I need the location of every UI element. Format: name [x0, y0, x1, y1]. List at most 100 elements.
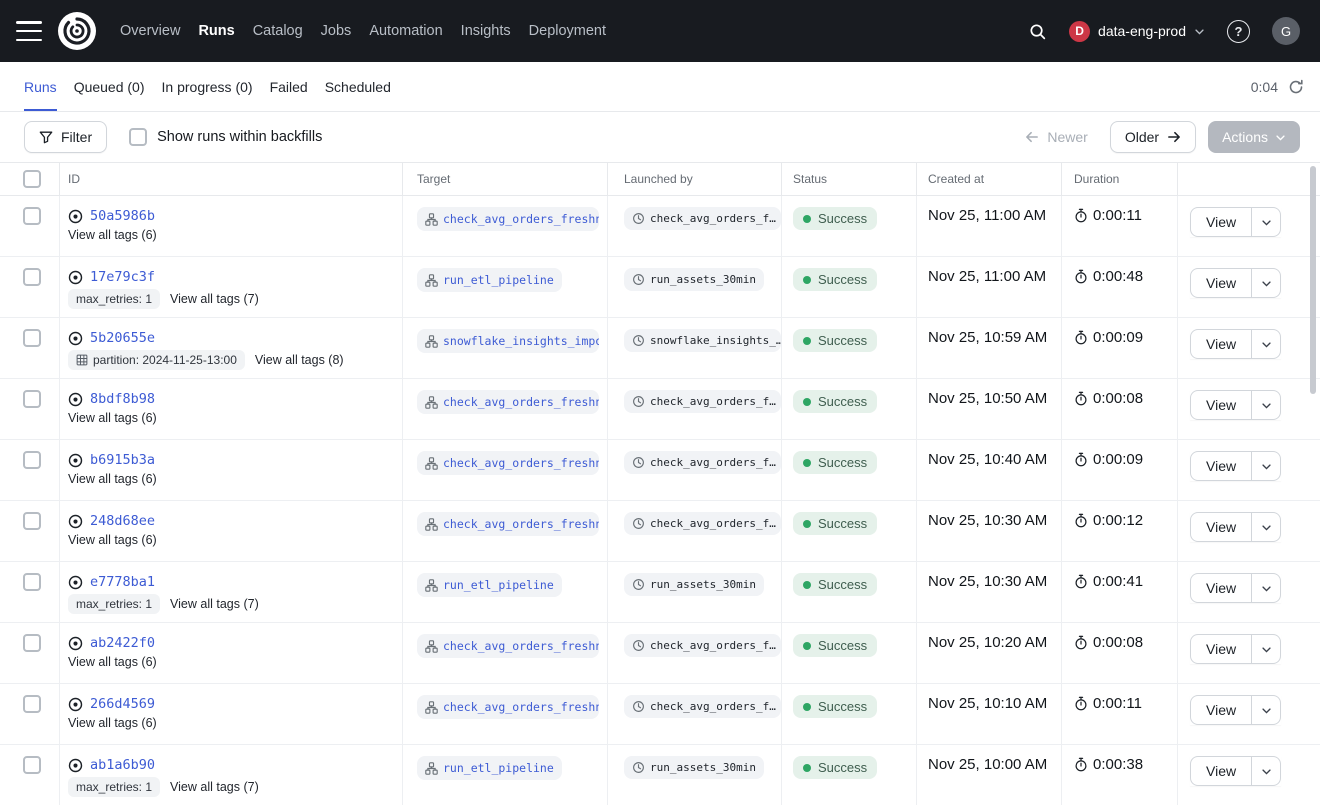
vertical-scrollbar[interactable] [1310, 166, 1316, 394]
dagster-logo[interactable] [58, 12, 96, 50]
tab[interactable]: Queued (0) [74, 62, 145, 111]
view-button[interactable]: View [1190, 390, 1252, 420]
view-all-tags-link[interactable]: View all tags (7) [170, 597, 259, 611]
target-pill[interactable]: snowflake_insights_import [417, 329, 599, 353]
view-dropdown-button[interactable] [1252, 512, 1281, 542]
view-dropdown-button[interactable] [1252, 634, 1281, 664]
view-dropdown-button[interactable] [1252, 268, 1281, 298]
view-all-tags-link[interactable]: View all tags (7) [170, 780, 259, 794]
show-backfills-checkbox[interactable] [129, 128, 147, 146]
run-id-link[interactable]: e7778ba1 [90, 574, 155, 590]
view-dropdown-button[interactable] [1252, 390, 1281, 420]
row-checkbox[interactable] [23, 756, 41, 774]
run-id-link[interactable]: 8bdf8b98 [90, 391, 155, 407]
filter-button[interactable]: Filter [24, 121, 107, 153]
nav-item[interactable]: Automation [369, 23, 442, 39]
launched-by-pill[interactable]: check_avg_orders_f… [624, 390, 781, 413]
target-pill[interactable]: check_avg_orders_freshne [417, 512, 599, 536]
deployment-switcher[interactable]: D data-eng-prod [1069, 21, 1205, 42]
launched-by-pill[interactable]: check_avg_orders_f… [624, 207, 781, 230]
view-dropdown-button[interactable] [1252, 756, 1281, 786]
tab[interactable]: Failed [270, 62, 308, 111]
view-dropdown-button[interactable] [1252, 695, 1281, 725]
row-checkbox[interactable] [23, 329, 41, 347]
row-checkbox[interactable] [23, 451, 41, 469]
run-id-link[interactable]: 248d68ee [90, 513, 155, 529]
nav-item[interactable]: Jobs [321, 23, 352, 39]
launched-by-pill[interactable]: check_avg_orders_f… [624, 695, 781, 718]
avatar[interactable]: G [1272, 17, 1300, 45]
row-checkbox[interactable] [23, 390, 41, 408]
view-dropdown-button[interactable] [1252, 329, 1281, 359]
view-all-tags-link[interactable]: View all tags (6) [68, 655, 157, 669]
target-pill[interactable]: run_etl_pipeline [417, 268, 562, 292]
tab[interactable]: In progress (0) [162, 62, 253, 111]
view-button[interactable]: View [1190, 756, 1252, 786]
view-button[interactable]: View [1190, 512, 1252, 542]
view-button[interactable]: View [1190, 634, 1252, 664]
run-status-icon [68, 453, 83, 468]
target-pill[interactable]: run_etl_pipeline [417, 573, 562, 597]
target-pill[interactable]: run_etl_pipeline [417, 756, 562, 780]
view-dropdown-button[interactable] [1252, 207, 1281, 237]
tab[interactable]: Runs [24, 62, 57, 111]
view-button[interactable]: View [1190, 329, 1252, 359]
created-at: Nov 25, 11:00 AM [928, 268, 1046, 285]
hamburger-menu-button[interactable] [16, 21, 42, 41]
view-dropdown-button[interactable] [1252, 451, 1281, 481]
newer-button[interactable]: Newer [1015, 122, 1097, 152]
view-button[interactable]: View [1190, 573, 1252, 603]
view-button[interactable]: View [1190, 207, 1252, 237]
run-id-link[interactable]: 266d4569 [90, 696, 155, 712]
nav-item[interactable]: Overview [120, 23, 180, 39]
row-checkbox[interactable] [23, 634, 41, 652]
search-icon[interactable] [1028, 22, 1047, 41]
nav-item[interactable]: Deployment [529, 23, 606, 39]
run-id-link[interactable]: 5b20655e [90, 330, 155, 346]
target-pill[interactable]: check_avg_orders_freshne [417, 390, 599, 414]
target-pill[interactable]: check_avg_orders_freshne [417, 451, 599, 475]
row-checkbox[interactable] [23, 512, 41, 530]
older-button[interactable]: Older [1110, 121, 1196, 153]
view-all-tags-link[interactable]: View all tags (8) [255, 353, 344, 367]
view-dropdown-button[interactable] [1252, 573, 1281, 603]
view-button[interactable]: View [1190, 695, 1252, 725]
view-all-tags-link[interactable]: View all tags (6) [68, 533, 157, 547]
nav-item[interactable]: Runs [198, 23, 234, 39]
run-id-link[interactable]: ab1a6b90 [90, 757, 155, 773]
nav-item[interactable]: Catalog [253, 23, 303, 39]
actions-button[interactable]: Actions [1208, 121, 1300, 153]
run-id-link[interactable]: 50a5986b [90, 208, 155, 224]
launched-by-pill[interactable]: check_avg_orders_f… [624, 451, 781, 474]
view-all-tags-link[interactable]: View all tags (6) [68, 411, 157, 425]
asset-icon [425, 335, 438, 348]
row-checkbox[interactable] [23, 207, 41, 225]
run-id-link[interactable]: ab2422f0 [90, 635, 155, 651]
tab[interactable]: Scheduled [325, 62, 391, 111]
refresh-icon[interactable] [1288, 79, 1304, 95]
target-pill[interactable]: check_avg_orders_freshne [417, 207, 599, 231]
launched-by-pill[interactable]: snowflake_insights_… [624, 329, 781, 352]
run-id-link[interactable]: 17e79c3f [90, 269, 155, 285]
target-pill[interactable]: check_avg_orders_freshne [417, 695, 599, 719]
view-all-tags-link[interactable]: View all tags (6) [68, 716, 157, 730]
view-button[interactable]: View [1190, 268, 1252, 298]
row-checkbox[interactable] [23, 695, 41, 713]
launched-by-pill[interactable]: check_avg_orders_f… [624, 512, 781, 535]
launched-by-pill[interactable]: check_avg_orders_f… [624, 634, 781, 657]
nav-item[interactable]: Insights [461, 23, 511, 39]
launched-by-pill[interactable]: run_assets_30min [624, 268, 764, 291]
view-all-tags-link[interactable]: View all tags (6) [68, 228, 157, 242]
target-pill[interactable]: check_avg_orders_freshne [417, 634, 599, 658]
select-all-checkbox[interactable] [23, 170, 41, 188]
duration: 0:00:09 [1093, 451, 1143, 468]
help-icon[interactable]: ? [1227, 20, 1250, 43]
view-all-tags-link[interactable]: View all tags (7) [170, 292, 259, 306]
view-all-tags-link[interactable]: View all tags (6) [68, 472, 157, 486]
row-checkbox[interactable] [23, 573, 41, 591]
run-id-link[interactable]: b6915b3a [90, 452, 155, 468]
row-checkbox[interactable] [23, 268, 41, 286]
launched-by-pill[interactable]: run_assets_30min [624, 573, 764, 596]
view-button[interactable]: View [1190, 451, 1252, 481]
launched-by-pill[interactable]: run_assets_30min [624, 756, 764, 779]
